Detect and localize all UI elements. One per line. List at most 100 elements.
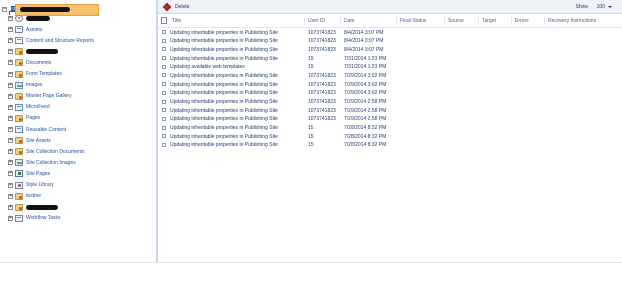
page-size-dropdown[interactable]: 100 xyxy=(597,3,612,10)
column-header-final-status[interactable]: Final Status xyxy=(400,18,426,24)
cell-title[interactable]: Updating inheritable properties in Publi… xyxy=(170,116,278,122)
delete-icon xyxy=(162,2,172,12)
row-checkbox[interactable] xyxy=(162,90,166,95)
expand-icon[interactable]: + xyxy=(8,149,13,155)
row-checkbox[interactable] xyxy=(162,73,166,78)
table-row[interactable]: Updating inheritable properties in Publi… xyxy=(158,124,622,133)
row-checkbox[interactable] xyxy=(162,56,166,61)
expand-icon[interactable]: + xyxy=(8,38,13,44)
row-checkbox[interactable] xyxy=(162,125,166,130)
table-row[interactable]: Updating inheritable properties in Publi… xyxy=(158,132,622,141)
cell-title[interactable]: Updating inheritable properties in Publi… xyxy=(170,90,278,96)
expand-icon[interactable]: + xyxy=(8,115,13,121)
tree-item[interactable]: + Axioms xyxy=(8,25,42,34)
column-header-target[interactable]: Target xyxy=(482,18,496,24)
cell-title[interactable]: Updating inheritable properties in Publi… xyxy=(170,30,278,36)
expand-icon[interactable]: + xyxy=(8,127,13,132)
tree-item-label: Style Library xyxy=(26,182,54,188)
table-row[interactable]: Updating inheritable properties in Publi… xyxy=(158,37,622,46)
expand-icon[interactable]: + xyxy=(8,193,13,199)
tree-item[interactable]: + Documents xyxy=(8,58,51,67)
table-row[interactable]: Updating inheritable properties in Publi… xyxy=(158,115,622,124)
cell-title[interactable]: Updating inheritable properties in Publi… xyxy=(170,125,278,131)
cell-title[interactable]: Updating inheritable properties in Publi… xyxy=(170,47,278,53)
cell-title[interactable]: Updating available web templates xyxy=(170,64,245,70)
row-checkbox[interactable] xyxy=(162,108,166,113)
column-header-errors[interactable]: Errors xyxy=(515,18,529,24)
table-row[interactable]: Updating inheritable properties in Publi… xyxy=(158,54,622,63)
expand-icon[interactable]: + xyxy=(8,82,13,88)
expand-icon[interactable]: + xyxy=(8,182,13,188)
tree-item[interactable]: + Site Pages xyxy=(8,169,50,178)
tree-item[interactable]: + xyxy=(8,47,58,56)
expand-icon[interactable]: + xyxy=(8,16,13,21)
select-all-checkbox[interactable] xyxy=(161,17,167,24)
expand-icon[interactable]: + xyxy=(8,171,13,177)
expand-icon[interactable]: + xyxy=(8,138,13,144)
row-checkbox[interactable] xyxy=(162,64,166,69)
row-checkbox[interactable] xyxy=(162,116,166,121)
cell-title[interactable]: Updating inheritable properties in Publi… xyxy=(170,99,278,105)
expand-icon[interactable]: + xyxy=(8,27,13,33)
cell-title[interactable]: Updating inheritable properties in Publi… xyxy=(170,38,278,44)
expand-icon[interactable]: + xyxy=(8,60,13,66)
cell-title[interactable]: Updating inheritable properties in Publi… xyxy=(170,56,278,62)
tree-item[interactable]: + Master Page Gallery xyxy=(8,92,72,101)
tree-item[interactable]: + Workflow Tasks xyxy=(8,214,61,223)
table-row[interactable]: Updating inheritable properties in Publi… xyxy=(158,106,622,115)
folder-icon xyxy=(15,137,23,145)
row-checkbox[interactable] xyxy=(162,30,166,34)
table-row[interactable]: Updating inheritable properties in Publi… xyxy=(158,45,622,54)
column-header-date[interactable]: Date xyxy=(344,18,355,24)
tree-item[interactable]: + xyxy=(8,14,50,23)
row-checkbox[interactable] xyxy=(162,47,166,52)
show-label: Show xyxy=(575,4,588,10)
tree-item[interactable]: + Site Collection Documents xyxy=(8,147,85,156)
column-header-title[interactable]: Title xyxy=(172,18,181,24)
column-header-user-id[interactable]: User ID xyxy=(308,18,325,24)
expand-icon[interactable]: + xyxy=(8,160,13,166)
table-row[interactable]: Updating inheritable properties in Publi… xyxy=(158,98,622,107)
tree-item[interactable]: + testme xyxy=(8,192,41,201)
cell-user-id: 1073741823 xyxy=(308,116,336,123)
tree-item[interactable]: + Site Assets xyxy=(8,136,51,145)
cell-title[interactable]: Updating inheritable properties in Publi… xyxy=(170,134,278,140)
row-checkbox[interactable] xyxy=(162,82,166,87)
tree-item[interactable]: + Images xyxy=(8,81,42,90)
table-row[interactable]: Updating inheritable properties in Publi… xyxy=(158,71,622,80)
collapse-icon[interactable]: − xyxy=(2,7,7,12)
row-checkbox[interactable] xyxy=(162,38,166,43)
tree-item-label: Site Collection Documents xyxy=(26,148,85,155)
row-checkbox[interactable] xyxy=(162,134,166,139)
expand-icon[interactable]: + xyxy=(8,71,13,77)
tree-item[interactable]: + Reusable Content xyxy=(8,125,66,134)
cell-title[interactable]: Updating inheritable properties in Publi… xyxy=(170,142,278,148)
row-checkbox[interactable] xyxy=(162,99,166,104)
expand-icon[interactable]: + xyxy=(8,204,13,210)
tree-item[interactable]: + Site Collection Images xyxy=(8,158,76,167)
tree-item[interactable]: + Content and Structure Reports xyxy=(8,36,94,45)
tree-item[interactable]: + Style Library xyxy=(8,181,54,190)
tree-item[interactable]: + MicroFeed xyxy=(8,103,50,112)
table-row[interactable]: Updating inheritable properties in Publi… xyxy=(158,89,622,98)
tree-item[interactable]: + xyxy=(8,203,58,212)
tree-item[interactable]: + Pages xyxy=(8,114,40,123)
expand-icon[interactable]: + xyxy=(8,93,13,99)
cell-date: 7/31/2014 1:23 PM xyxy=(344,64,387,71)
column-header-recovery-instructions[interactable]: Recovery Instructions xyxy=(548,18,596,24)
row-checkbox[interactable] xyxy=(162,142,166,147)
table-row[interactable]: Updating inheritable properties in Publi… xyxy=(158,80,622,89)
table-row[interactable]: Updating available web templates 15 7/31/2… xyxy=(158,63,622,72)
cell-title[interactable]: Updating inheritable properties in Publi… xyxy=(170,82,278,88)
cell-title[interactable]: Updating inheritable properties in Publi… xyxy=(170,73,278,79)
tree-item[interactable]: + Form Templates xyxy=(8,70,62,79)
expand-icon[interactable]: + xyxy=(8,49,13,55)
tree-item-label: Form Templates xyxy=(26,71,62,77)
delete-button[interactable]: Delete xyxy=(162,2,189,12)
expand-icon[interactable]: + xyxy=(8,104,13,110)
table-row[interactable]: Updating inheritable properties in Publi… xyxy=(158,141,622,150)
column-header-source[interactable]: Source xyxy=(448,18,464,24)
expand-icon[interactable]: + xyxy=(8,215,13,221)
table-row[interactable]: Updating inheritable properties in Publi… xyxy=(158,28,622,37)
cell-title[interactable]: Updating inheritable properties in Publi… xyxy=(170,108,278,114)
